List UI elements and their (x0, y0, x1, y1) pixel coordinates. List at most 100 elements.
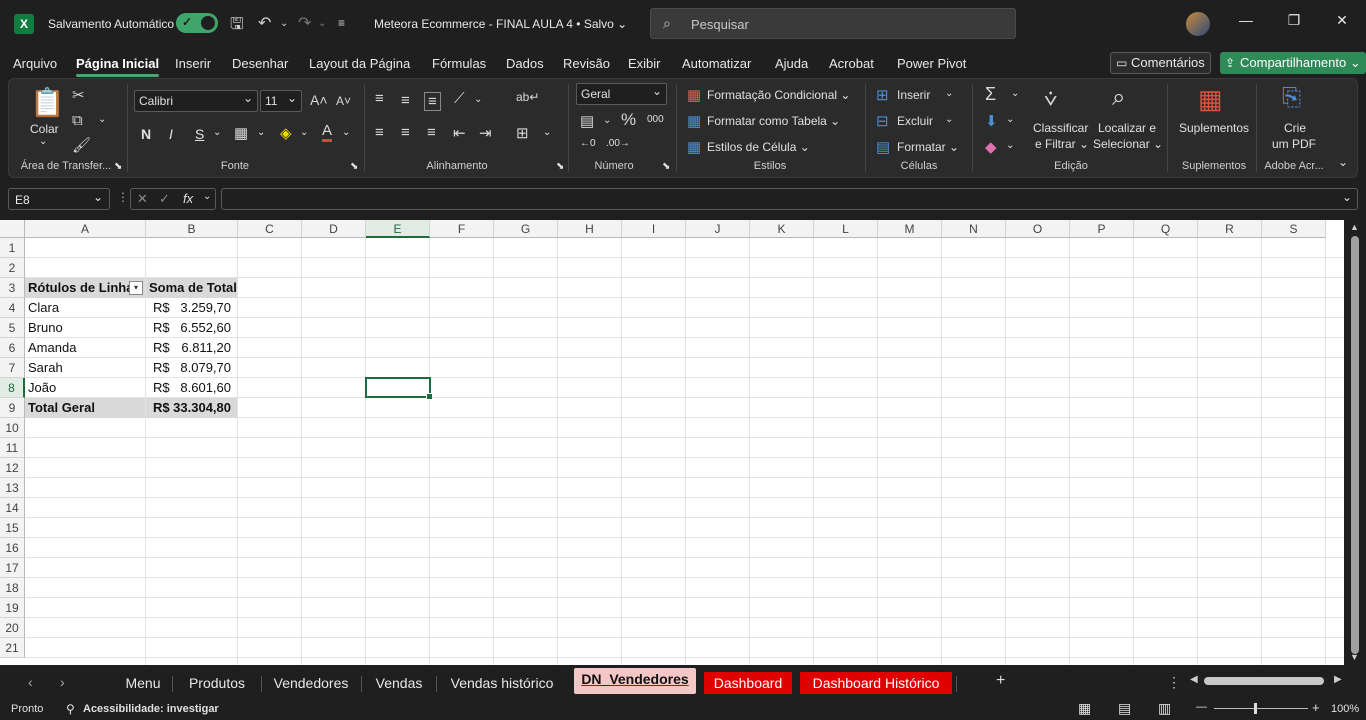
tab-automatizar[interactable]: Automatizar (682, 56, 751, 71)
sheet-tab-produtos[interactable]: Produtos (178, 672, 256, 694)
avatar[interactable] (1186, 12, 1210, 36)
insert-cells-icon[interactable]: ⊞ (876, 86, 889, 104)
delete-cells-icon[interactable]: ⊟ (876, 112, 889, 130)
row-header-13[interactable]: 13 (0, 478, 25, 498)
accounting-dropdown-icon[interactable]: ⌄ (603, 115, 611, 126)
row-header-2[interactable]: 2 (0, 258, 25, 278)
column-header-r[interactable]: R (1198, 220, 1262, 238)
row-header-3[interactable]: 3 (0, 278, 25, 298)
search-box[interactable]: ⌕ Pesquisar (650, 8, 1016, 39)
add-sheet-icon[interactable]: + (996, 672, 1005, 690)
merge-dropdown-icon[interactable]: ⌄ (543, 127, 551, 138)
align-middle-icon[interactable]: ≡ (401, 92, 410, 109)
comma-style-icon[interactable]: 000 (647, 114, 664, 125)
borders-icon[interactable]: ▦ (234, 124, 248, 142)
column-header-l[interactable]: L (814, 220, 878, 238)
font-color-dropdown-icon[interactable]: ⌄ (342, 127, 350, 138)
font-color-icon[interactable]: A (322, 122, 333, 142)
tab-inserir[interactable]: Inserir (175, 56, 211, 71)
row-header-6[interactable]: 6 (0, 338, 25, 358)
fill-icon[interactable]: ⬇ (985, 112, 998, 130)
alignment-launcher-icon[interactable]: ⬊ (556, 161, 564, 172)
paste-dropdown-icon[interactable]: ⌄ (39, 136, 47, 147)
column-header-b[interactable]: B (146, 220, 238, 238)
tab-pagina-inicial[interactable]: Página Inicial (76, 56, 160, 77)
more-options-icon[interactable]: ⋮ (1167, 674, 1181, 691)
create-pdf-icon[interactable]: ⎘ (1282, 84, 1301, 112)
tab-ajuda[interactable]: Ajuda (775, 56, 808, 71)
autosum-dropdown-icon[interactable]: ⌄ (1011, 88, 1019, 99)
row-header-4[interactable]: 4 (0, 298, 25, 318)
column-header-o[interactable]: O (1006, 220, 1070, 238)
autosum-icon[interactable]: Σ (985, 84, 996, 105)
comments-button[interactable]: Comentários (1110, 52, 1211, 74)
select-all-corner[interactable] (0, 220, 25, 238)
align-center-icon[interactable]: ≡ (401, 124, 410, 141)
italic-button[interactable]: I (169, 126, 173, 142)
share-button[interactable]: Compartilhamento ⌄ (1220, 52, 1366, 74)
pivot-row-value[interactable]: R$ 8.601,60 (146, 378, 237, 398)
fill-dropdown-icon[interactable]: ⌄ (300, 127, 308, 138)
tab-power-pivot[interactable]: Power Pivot (897, 56, 966, 71)
column-header-p[interactable]: P (1070, 220, 1134, 238)
conditional-format-button[interactable]: Formatação Condicional ⌄ (707, 88, 850, 102)
page-layout-view-icon[interactable]: ▤ (1118, 700, 1131, 717)
row-header-10[interactable]: 10 (0, 418, 25, 438)
worksheet-grid[interactable]: A B C D E F G H I J K L M N O P Q R S 1 2 3 4 5 6 7 8 9 10 11 12 13 14 15… (0, 220, 1344, 665)
create-pdf-label-2[interactable]: um PDF (1272, 137, 1316, 151)
tab-next-icon[interactable]: › (60, 674, 65, 690)
clear-icon[interactable]: ◆ (985, 138, 997, 156)
find-select-label[interactable]: Localizar e (1098, 121, 1156, 135)
format-painter-icon[interactable]: 🖌 (72, 136, 91, 154)
find-select-icon[interactable]: ⌕ (1112, 84, 1125, 112)
horizontal-scrollbar[interactable]: ◀ ▶ (1188, 672, 1346, 690)
increase-font-icon[interactable]: A˄ (310, 92, 328, 108)
row-header-7[interactable]: 7 (0, 358, 25, 378)
cell-styles-button[interactable]: Estilos de Célula ⌄ (707, 140, 810, 154)
sort-filter-label-2[interactable]: e Filtrar ⌄ (1035, 137, 1089, 151)
row-header-8[interactable]: 8 (0, 378, 25, 398)
sheet-tab-dashboard-historico[interactable]: Dashboard Histórico (800, 672, 952, 694)
align-left-icon[interactable]: ≡ (375, 124, 384, 141)
column-header-e[interactable]: E (366, 220, 430, 238)
pivot-row-label[interactable]: Bruno (25, 318, 145, 338)
zoom-out-icon[interactable]: — (1196, 701, 1207, 713)
row-header-9[interactable]: 9 (0, 398, 25, 418)
copy-dropdown-icon[interactable]: ⌄ (98, 114, 106, 125)
font-name-select[interactable]: Calibri (134, 90, 258, 112)
tab-arquivo[interactable]: Arquivo (13, 56, 57, 71)
insert-function-button[interactable]: fx (183, 191, 193, 206)
paste-icon[interactable]: 📋 (30, 86, 65, 119)
insert-dropdown-icon[interactable]: ⌄ (945, 88, 953, 99)
column-header-f[interactable]: F (430, 220, 494, 238)
pivot-row-label[interactable]: Clara (25, 298, 145, 318)
column-header-m[interactable]: M (878, 220, 942, 238)
column-header-k[interactable]: K (750, 220, 814, 238)
align-top-icon[interactable]: ≡ (375, 90, 384, 107)
scroll-down-icon[interactable]: ▼ (1350, 652, 1359, 662)
increase-decimal-icon[interactable]: ←0 (580, 138, 596, 149)
vertical-scrollbar[interactable]: ▲ ▼ (1344, 220, 1366, 665)
wrap-text-icon[interactable]: ab↵ (516, 90, 539, 104)
cell-styles-icon[interactable]: ▦ (687, 138, 701, 156)
pivot-sum-header[interactable]: Soma de Total (146, 278, 237, 298)
tab-dados[interactable]: Dados (506, 56, 544, 71)
decrease-indent-icon[interactable]: ⇤ (453, 124, 466, 142)
create-pdf-label[interactable]: Crie (1284, 121, 1306, 135)
increase-indent-icon[interactable]: ⇥ (479, 124, 492, 142)
format-cells-icon[interactable]: ▤ (876, 138, 890, 156)
function-dropdown-icon[interactable]: ⌄ (203, 191, 211, 202)
pivot-total-label[interactable]: Total Geral (25, 398, 145, 418)
save-icon[interactable]: 🖫 (230, 13, 244, 40)
addins-button[interactable]: Suplementos (1179, 121, 1249, 135)
orientation-icon[interactable]: ⟋ (454, 90, 465, 107)
active-cell-selection[interactable] (365, 377, 433, 400)
tab-layout[interactable]: Layout da Página (309, 56, 410, 71)
percent-icon[interactable]: % (621, 110, 636, 130)
redo-dropdown-icon[interactable]: ⌄ (318, 18, 326, 29)
font-launcher-icon[interactable]: ⬊ (350, 161, 358, 172)
zoom-level[interactable]: 100% (1331, 703, 1359, 715)
scroll-right-icon[interactable]: ▶ (1334, 674, 1342, 685)
sheet-tab-vendas-historico[interactable]: Vendas histórico (443, 672, 561, 694)
sheet-tab-dn-vendedores[interactable]: DN_Vendedores (574, 668, 696, 694)
